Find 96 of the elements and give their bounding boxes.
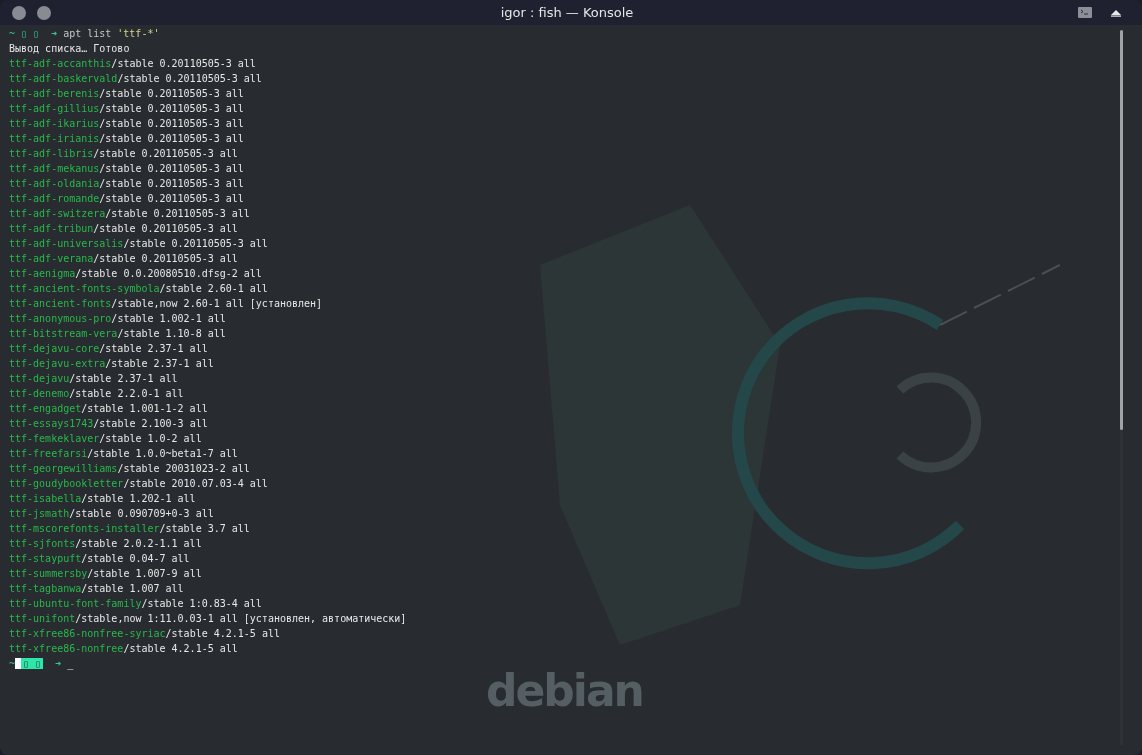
package-details: /stable 1.007 all	[81, 583, 184, 594]
package-name: ttf-adf-berenis	[9, 88, 100, 99]
package-name: ttf-adf-oldania	[9, 178, 100, 189]
package-name: ttf-ancient-fonts-symbola	[9, 283, 160, 294]
window-button[interactable]	[12, 5, 26, 20]
package-details: /stable 0.20110505-3 all	[99, 193, 244, 204]
scrollbar[interactable]	[1120, 30, 1123, 745]
package-name: ttf-ubuntu-font-family	[9, 598, 142, 609]
package-details: /stable,now 1:11.0.03-1 all [установлен, автоматически]	[75, 613, 407, 624]
package-details: /stable 0.20110505-3 all	[123, 238, 268, 249]
package-name: ttf-essays1743	[9, 418, 94, 429]
package-details: /stable 2010.07.03-4 all	[123, 478, 268, 489]
package-name: ttf-adf-accanthis	[9, 58, 112, 69]
package-name: ttf-jsmath	[9, 508, 70, 519]
prompt-arrow: ➜	[55, 658, 62, 669]
package-name: ttf-unifont	[9, 613, 76, 624]
package-details: /stable 0.20110505-3 all	[99, 163, 244, 174]
package-name: ttf-staypuft	[9, 553, 82, 564]
command-text: apt list	[63, 28, 112, 39]
prompt-arrow: ➜	[51, 28, 58, 39]
package-name: ttf-aenigma	[9, 268, 76, 279]
package-name: ttf-summersby	[9, 568, 88, 579]
package-name: ttf-goudybookletter	[9, 478, 124, 489]
package-details: /stable 4.2.1-5 all	[123, 643, 238, 654]
package-details: /stable 1.001-1-2 all	[81, 403, 208, 414]
prompt-home: ~	[9, 658, 16, 669]
package-name: ttf-adf-baskervald	[9, 73, 118, 84]
package-details: /stable 20031023-2 all	[117, 463, 250, 474]
package-name: ttf-georgewilliams	[9, 463, 118, 474]
package-name: ttf-engadget	[9, 403, 82, 414]
package-details: /stable 0.20110505-3 all	[99, 178, 244, 189]
package-details: /stable 0.20110505-3 all	[93, 253, 238, 264]
window-button[interactable]	[37, 5, 51, 20]
package-name: ttf-anonymous-pro	[9, 313, 112, 324]
package-name: ttf-adf-gillius	[9, 103, 100, 114]
command-argument: 'ttf-*'	[117, 28, 160, 39]
package-details: /stable 0.20110505-3 all	[99, 103, 244, 114]
package-name: ttf-ancient-fonts	[9, 298, 112, 309]
package-details: /stable 0.090709+0-3 all	[69, 508, 214, 519]
package-name: ttf-mscorefonts-installer	[9, 523, 160, 534]
package-name: ttf-adf-tribun	[9, 223, 94, 234]
package-details: /stable 0.20110505-3 all	[111, 58, 256, 69]
package-name: ttf-tagbanwa	[9, 583, 82, 594]
package-details: /stable 0.20110505-3 all	[93, 148, 238, 159]
package-name: ttf-adf-mekanus	[9, 163, 100, 174]
package-name: ttf-dejavu-extra	[9, 358, 106, 369]
package-name: ttf-femkeklaver	[9, 433, 100, 444]
package-details: /stable,now 2.60-1 all [установлен]	[111, 298, 323, 309]
maximize-icon[interactable]	[1110, 8, 1122, 17]
package-details: /stable 2.37-1 all	[105, 358, 214, 369]
prompt-home: ~	[9, 28, 16, 39]
package-details: /stable 2.37-1 all	[99, 343, 208, 354]
package-details: /stable 1.007-9 all	[87, 568, 202, 579]
output-line: Вывод списка… Готово	[9, 43, 130, 54]
package-name: ttf-xfree86-nonfree-syriac	[9, 628, 166, 639]
package-details: /stable 0.20110505-3 all	[99, 133, 244, 144]
package-details: /stable 1.0.0~beta1-7 all	[87, 448, 238, 459]
scrollbar-thumb[interactable]	[1120, 30, 1123, 430]
package-details: /stable 0.20110505-3 all	[99, 118, 244, 129]
package-name: ttf-dejavu-core	[9, 343, 100, 354]
package-details: /stable 0.0.20080510.dfsg-2 all	[75, 268, 262, 279]
package-details: /stable 2.60-1 all	[159, 283, 268, 294]
package-name: ttf-adf-irianis	[9, 133, 100, 144]
package-details: /stable 0.20110505-3 all	[99, 88, 244, 99]
package-name: ttf-sjfonts	[9, 538, 76, 549]
package-name: ttf-isabella	[9, 493, 82, 504]
package-name: ttf-bitstream-vera	[9, 328, 118, 339]
package-details: /stable 3.7 all	[159, 523, 250, 534]
text-cursor: _	[67, 658, 74, 669]
package-details: /stable 1.002-1 all	[111, 313, 226, 324]
package-details: /stable 1.202-1 all	[81, 493, 196, 504]
package-details: /stable 2.0.2-1.1 all	[75, 538, 202, 549]
package-details: /stable 2.100-3 all	[93, 418, 208, 429]
package-details: /stable 0.20110505-3 all	[93, 223, 238, 234]
package-name: ttf-dejavu	[9, 373, 70, 384]
package-name: ttf-adf-ikarius	[9, 118, 100, 129]
package-name: ttf-adf-romande	[9, 193, 100, 204]
package-details: /stable 0.20110505-3 all	[105, 208, 250, 219]
package-details: /stable 1.10-8 all	[117, 328, 226, 339]
prompt-icons: ▯ ▯	[15, 658, 44, 669]
package-name: ttf-adf-universalis	[9, 238, 124, 249]
package-details: /stable 0.04-7 all	[81, 553, 190, 564]
package-name: ttf-adf-libris	[9, 148, 94, 159]
prompt-icons: ▯ ▯	[21, 28, 40, 39]
package-details: /stable 1:0.83-4 all	[141, 598, 262, 609]
package-name: ttf-denemo	[9, 388, 70, 399]
package-details: /stable 2.37-1 all	[69, 373, 178, 384]
package-name: ttf-adf-switzera	[9, 208, 106, 219]
package-details: /stable 0.20110505-3 all	[117, 73, 262, 84]
package-details: /stable 1.0-2 all	[99, 433, 202, 444]
package-details: /stable 4.2.1-5 all	[165, 628, 280, 639]
package-details: /stable 2.2.0-1 all	[69, 388, 184, 399]
package-name: ttf-xfree86-nonfree	[9, 643, 124, 654]
package-name: ttf-freefarsi	[9, 448, 88, 459]
package-name: ttf-adf-verana	[9, 253, 94, 264]
window-title: igor : fish — Konsole	[499, 5, 635, 20]
